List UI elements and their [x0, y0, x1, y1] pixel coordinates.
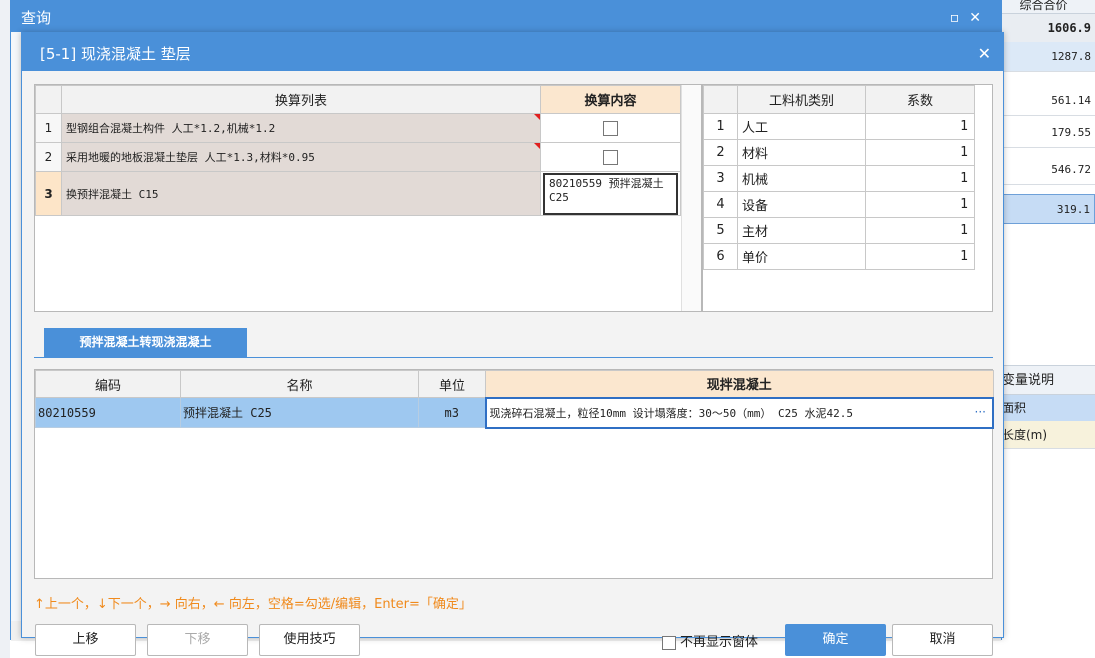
table-row[interactable]: 2 材料 1	[703, 139, 975, 166]
coefficient-table: 工料机类别 系数 1 人工 1 2 材料 1 3 机械 1 4 设备 1 5 主材 1 6 单价 1	[703, 85, 975, 270]
no-show-label: 不再显示窗体	[680, 635, 759, 650]
move-up-button[interactable]: 上移	[35, 624, 136, 656]
bg-value: 179.55	[992, 118, 1095, 148]
conversion-checkbox-cell[interactable]	[540, 113, 681, 143]
query-window-titlebar: 查询 ▫✕	[11, 1, 1001, 32]
table-row[interactable]: 1 型钢组合混凝土构件 人工*1.2,机械*1.2	[35, 113, 681, 143]
row-number: 5	[703, 217, 738, 244]
conversion-checkbox[interactable]	[603, 149, 618, 165]
tab-underline	[34, 357, 993, 358]
conversion-content-cell[interactable]: 80210559 预拌混凝土 C25	[540, 171, 681, 216]
keyboard-hint: ↑上一个，↓下一个，→ 向右，← 向左，空格=勾选/编辑，Enter=「确定」	[34, 597, 472, 612]
bg-value: 561.14	[992, 86, 1095, 116]
unit-cell: m3	[418, 397, 486, 428]
tips-button[interactable]: 使用技巧	[259, 624, 360, 656]
conversion-list-header: 换算列表	[61, 85, 541, 114]
comment-marker-icon	[534, 143, 540, 149]
table-row[interactable]: 3 机械 1	[703, 165, 975, 192]
row-number: 1	[703, 113, 738, 140]
bg-var-row[interactable]: 面积	[992, 395, 1095, 421]
conversion-name: 型钢组合混凝土构件 人工*1.2,机械*1.2	[61, 113, 541, 143]
code-cell: 80210559	[35, 397, 181, 428]
mix-panel: 编码 名称 单位 现拌混凝土 80210559 预拌混凝土 C25 m3 现浇碎…	[34, 369, 994, 579]
unit-header: 单位	[418, 370, 486, 398]
ok-button[interactable]: 确定	[785, 624, 886, 656]
conversion-checkbox[interactable]	[603, 120, 618, 136]
dialog-title: [5-1] 现浇混凝土 垫层	[40, 45, 191, 63]
row-number: 4	[703, 191, 738, 218]
conversion-content-header: 换算内容	[540, 85, 681, 114]
bg-value-selected[interactable]: 319.1	[992, 194, 1095, 224]
factor-cell[interactable]: 1	[865, 113, 975, 140]
vertical-scrollbar[interactable]	[681, 85, 701, 311]
table-row[interactable]: 5 主材 1	[703, 217, 975, 244]
conversion-name: 换预拌混凝土 C15	[61, 171, 541, 216]
row-number: 3	[703, 165, 738, 192]
category-cell: 单价	[737, 243, 866, 270]
bg-total-value: 1606.9	[992, 14, 1095, 42]
conversion-dialog: [5-1] 现浇混凝土 垫层 ✕ 换算列表 换算内容 1 型钢组合混凝土构件 人…	[21, 32, 1004, 656]
table-row-selected[interactable]: 80210559 预拌混凝土 C25 m3 现浇碎石混凝土，粒径10mm 设计塌…	[35, 396, 994, 429]
category-cell: 材料	[737, 139, 866, 166]
site-mix-header: 现拌混凝土	[485, 370, 994, 398]
query-window: 查询 ▫✕ [5-1] 现浇混凝土 垫层 ✕ 换算列表 换算内容 1 型钢组合混…	[10, 0, 1004, 656]
table-row[interactable]: 1 人工 1	[703, 113, 975, 140]
more-icon[interactable]: ···	[975, 405, 986, 419]
factor-cell[interactable]: 1	[865, 243, 975, 270]
table-row[interactable]: 6 单价 1	[703, 243, 975, 270]
category-header: 工料机类别	[737, 85, 866, 114]
no-show-checkbox[interactable]	[662, 635, 676, 650]
bg-var-header: 变量说明	[992, 365, 1095, 395]
name-header: 名称	[180, 370, 419, 398]
row-number-header	[703, 85, 738, 114]
category-cell: 人工	[737, 113, 866, 140]
table-row-selected[interactable]: 3 换预拌混凝土 C15 80210559 预拌混凝土 C25	[35, 171, 681, 216]
conversion-checkbox-cell[interactable]	[540, 142, 681, 172]
background-app-left	[0, 0, 10, 658]
background-app-right: 综合合价 1606.9 1287.8 561.14 179.55 546.72 …	[992, 0, 1095, 658]
category-cell: 主材	[737, 217, 866, 244]
conversion-table: 换算列表 换算内容 1 型钢组合混凝土构件 人工*1.2,机械*1.2 2 采用…	[35, 85, 681, 216]
conversion-content-editor[interactable]: 80210559 预拌混凝土 C25	[543, 172, 678, 215]
category-cell: 机械	[737, 165, 866, 192]
site-mix-editor[interactable]: 现浇碎石混凝土，粒径10mm 设计塌落度：30～50（mm） C25 水泥42.…	[484, 396, 994, 429]
conversion-name: 采用地暖的地板混凝土垫层 人工*1.3,材料*0.95	[61, 142, 541, 172]
row-number: 2	[703, 139, 738, 166]
bg-column-header: 综合合价	[992, 0, 1095, 14]
no-show-option[interactable]: 不再显示窗体	[662, 631, 758, 650]
coefficient-panel: 工料机类别 系数 1 人工 1 2 材料 1 3 机械 1 4 设备 1 5 主材 1 6 单价 1	[702, 84, 993, 312]
row-number: 1	[35, 113, 62, 143]
tab-premix-to-site[interactable]: 预拌混凝土转现浇混凝土	[44, 328, 247, 357]
bg-var-row[interactable]: 长度(m)	[992, 421, 1095, 449]
table-row[interactable]: 4 设备 1	[703, 191, 975, 218]
conversion-list-panel: 换算列表 换算内容 1 型钢组合混凝土构件 人工*1.2,机械*1.2 2 采用…	[34, 84, 702, 312]
maximize-icon[interactable]: ▫	[950, 10, 970, 26]
row-number: 2	[35, 142, 62, 172]
dialog-close-icon[interactable]: ✕	[978, 33, 991, 75]
close-icon[interactable]: ✕	[969, 10, 991, 26]
mix-table: 编码 名称 单位 现拌混凝土 80210559 预拌混凝土 C25 m3 现浇碎…	[35, 370, 994, 429]
cancel-button[interactable]: 取消	[892, 624, 993, 656]
factor-cell[interactable]: 1	[865, 139, 975, 166]
factor-header: 系数	[865, 85, 975, 114]
code-header: 编码	[35, 370, 181, 398]
bg-value: 546.72	[992, 155, 1095, 185]
dialog-titlebar: [5-1] 现浇混凝土 垫层 ✕	[22, 33, 1003, 71]
row-number: 3	[35, 171, 62, 216]
comment-marker-icon	[534, 114, 540, 120]
factor-cell[interactable]: 1	[865, 217, 975, 244]
factor-cell[interactable]: 1	[865, 165, 975, 192]
factor-cell[interactable]: 1	[865, 191, 975, 218]
bg-value: 1287.8	[992, 42, 1095, 72]
row-number-header	[35, 85, 62, 114]
row-number: 6	[703, 243, 738, 270]
name-cell: 预拌混凝土 C25	[180, 397, 419, 428]
move-down-button[interactable]: 下移	[147, 624, 248, 656]
dialog-body: 换算列表 换算内容 1 型钢组合混凝土构件 人工*1.2,机械*1.2 2 采用…	[22, 71, 1003, 656]
table-row[interactable]: 2 采用地暖的地板混凝土垫层 人工*1.3,材料*0.95	[35, 142, 681, 172]
query-window-title: 查询	[21, 9, 52, 27]
category-cell: 设备	[737, 191, 866, 218]
